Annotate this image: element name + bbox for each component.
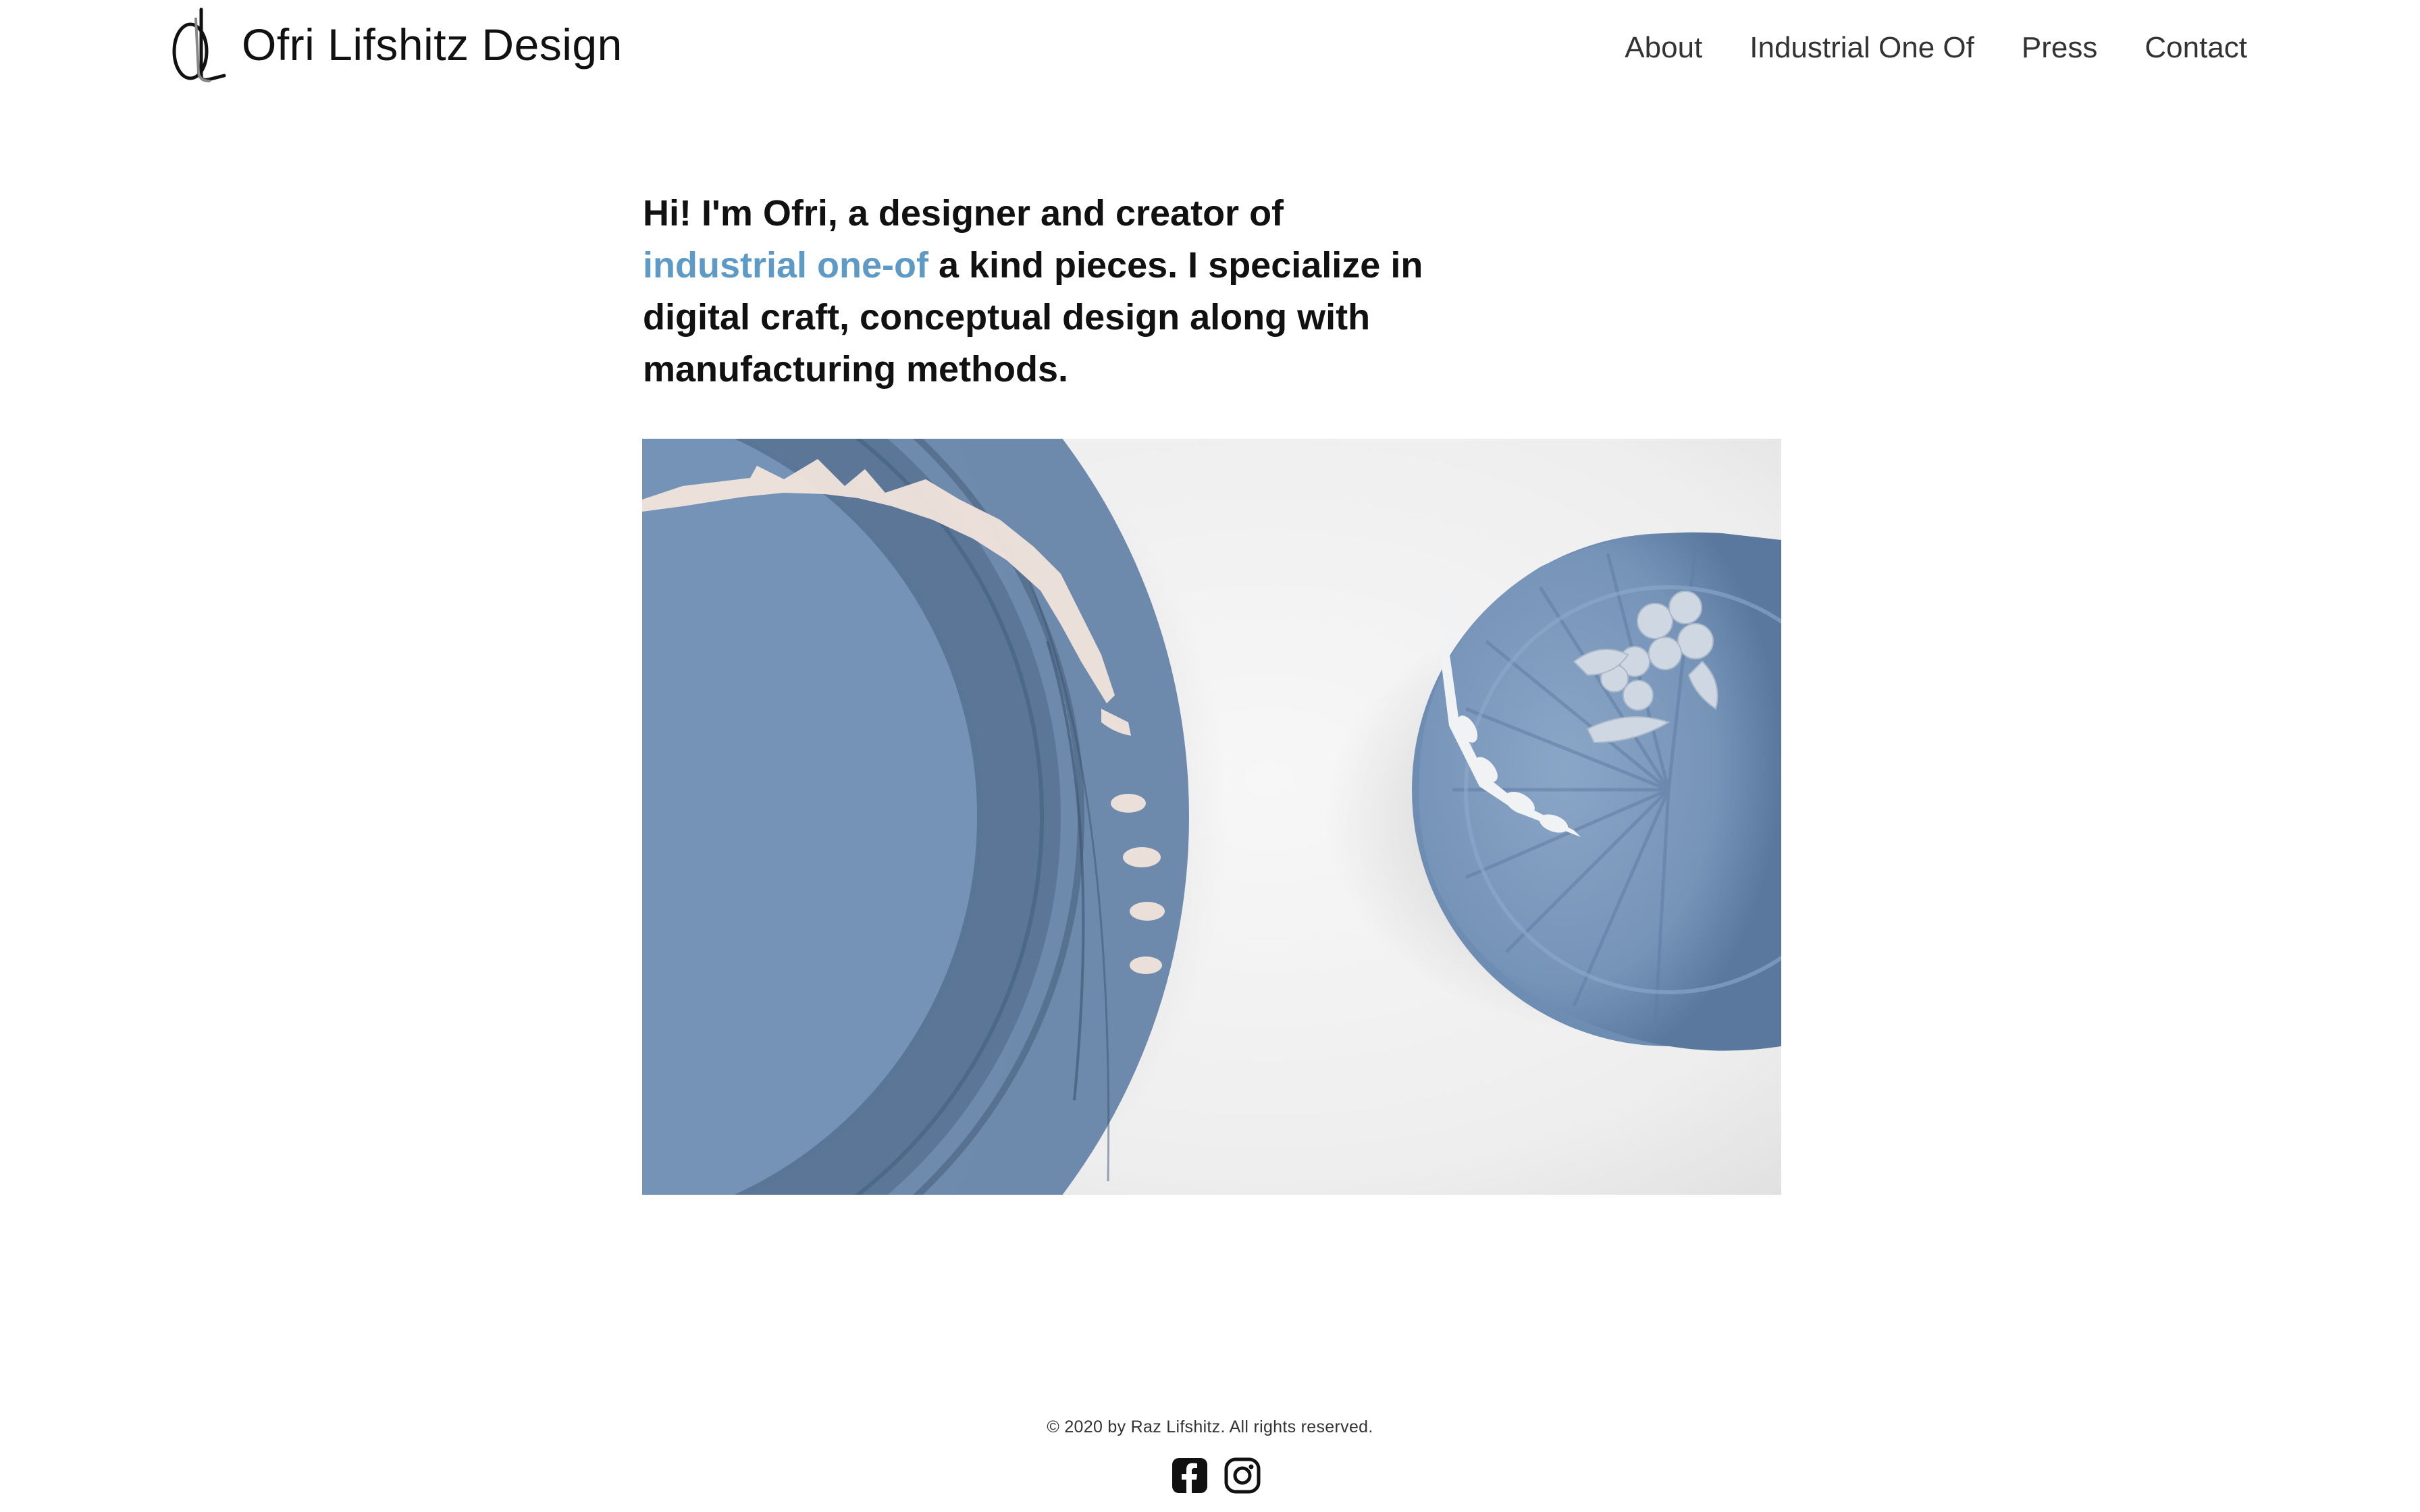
nav-press[interactable]: Press	[2022, 31, 2097, 65]
brand-name: Ofri Lifshitz Design	[242, 20, 623, 70]
nav-about[interactable]: About	[1625, 31, 1702, 65]
facebook-icon	[1172, 1458, 1207, 1493]
nav-contact[interactable]: Contact	[2145, 31, 2247, 65]
intro-paragraph: Hi! I'm Ofri, a designer and creator of …	[643, 188, 1453, 396]
site-header: Ofri Lifshitz Design About Industrial On…	[0, 0, 2420, 115]
instagram-icon	[1224, 1457, 1261, 1494]
social-links	[1171, 1457, 1261, 1494]
facebook-link[interactable]	[1171, 1457, 1209, 1494]
industrial-one-of-link[interactable]: industrial one-of	[643, 245, 928, 286]
copyright-text: © 2020 by Raz Lifshitz. All rights reser…	[1047, 1418, 1373, 1436]
brand-home-link[interactable]: Ofri Lifshitz Design	[169, 4, 623, 85]
main-nav: About Industrial One Of Press Contact	[1625, 31, 2247, 65]
nav-industrial-one-of[interactable]: Industrial One Of	[1750, 31, 1974, 65]
instagram-link[interactable]	[1224, 1457, 1261, 1494]
ol-monogram-logo-icon	[172, 7, 226, 82]
plates-photo	[642, 439, 1781, 1195]
site-footer: © 2020 by Raz Lifshitz. All rights reser…	[0, 1418, 2420, 1494]
intro-text-before: Hi! I'm Ofri, a designer and creator of	[643, 193, 1284, 234]
hero-image	[642, 439, 1781, 1195]
